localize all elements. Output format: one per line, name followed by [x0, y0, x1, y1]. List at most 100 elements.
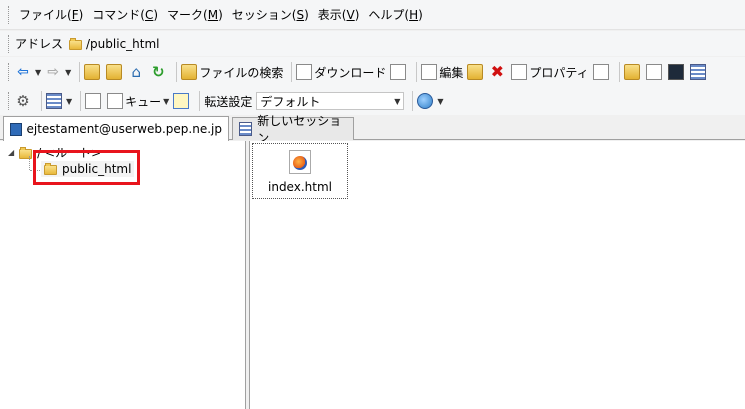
- main-toolbar: ⇦ ▼ ⇨ ▼ ⌂ ↻ ファイルの検索 ダウンロード 編集 ✖ プロパティ: [0, 57, 745, 87]
- queue-list-button[interactable]: [85, 93, 103, 109]
- chevron-down-icon[interactable]: ▼: [66, 97, 72, 106]
- tab-session-label: ejtestament@userweb.pep.ne.jp: [26, 122, 223, 136]
- gear-icon: ⚙: [16, 92, 30, 110]
- sync-button[interactable]: ▼: [417, 93, 444, 109]
- menu-mark[interactable]: マーク(M): [163, 4, 227, 25]
- menu-file[interactable]: ファイル(F): [15, 4, 87, 25]
- download-options-button[interactable]: [390, 64, 408, 80]
- remote-file-list[interactable]: index.html: [250, 141, 745, 409]
- edit-button[interactable]: 編集: [421, 64, 463, 81]
- toolbar-separator: [618, 62, 620, 82]
- find-files-icon: [181, 64, 198, 80]
- toolbar-separator: [79, 62, 81, 82]
- toolbar-grip: [8, 63, 12, 81]
- chevron-down-icon[interactable]: ▼: [163, 97, 169, 106]
- transfer-settings-label: 転送設定: [204, 94, 253, 109]
- queue-button[interactable]: キュー ▼: [107, 93, 169, 110]
- delete-button[interactable]: ✖: [489, 64, 507, 80]
- rename-button[interactable]: [592, 64, 611, 80]
- preferences-button[interactable]: ⚙: [15, 93, 33, 109]
- forward-arrow-icon: ⇨: [47, 64, 60, 80]
- chevron-down-icon[interactable]: ▼: [437, 97, 443, 106]
- menu-view[interactable]: 表示(V): [314, 4, 364, 25]
- toolbar-separator: [416, 62, 418, 82]
- putty-button[interactable]: [689, 64, 708, 80]
- home-button[interactable]: ⌂: [128, 64, 146, 80]
- address-bar: アドレス /public_html: [0, 31, 745, 56]
- new-file-button[interactable]: [645, 64, 664, 80]
- tree-view-icon: [173, 93, 190, 109]
- root-folder-button[interactable]: [106, 64, 124, 80]
- parent-folder-icon: [84, 64, 101, 80]
- queue-label: キュー: [125, 94, 162, 109]
- download-label: ダウンロード: [314, 65, 387, 80]
- back-arrow-icon: ⇦: [17, 64, 29, 80]
- download-icon: [296, 64, 313, 80]
- toolbar-separator: [41, 91, 42, 111]
- properties-button[interactable]: プロパティ: [511, 64, 589, 81]
- folder-icon: [69, 37, 83, 50]
- globe-icon: [417, 93, 434, 109]
- tree-connector: [29, 156, 31, 170]
- tab-new-session[interactable]: 新しいセッション: [232, 114, 354, 145]
- file-item[interactable]: index.html: [252, 143, 348, 199]
- view-mode-icon: [46, 93, 62, 109]
- move-button[interactable]: [467, 64, 485, 80]
- toolbar-separator: [80, 91, 82, 111]
- secondary-toolbar: ⚙ ▼ キュー ▼ 転送設定 デフォルト ▼ ▼: [0, 87, 745, 115]
- download-button[interactable]: ダウンロード: [296, 64, 386, 81]
- toolbar-separator: [199, 91, 201, 111]
- toolbar-separator: [176, 62, 178, 82]
- address-path[interactable]: /public_html: [86, 37, 159, 51]
- queue-list-icon: [85, 93, 102, 109]
- session-tab-bar: ejtestament@userweb.pep.ne.jp 新しいセッション: [0, 114, 745, 145]
- file-name: index.html: [268, 180, 332, 194]
- toolbar-separator: [291, 62, 293, 82]
- tab-session[interactable]: ejtestament@userweb.pep.ne.jp: [3, 116, 229, 141]
- delete-icon: ✖: [490, 62, 505, 81]
- menu-bar: ファイル(F) コマンド(C) マーク(M) セッション(S) 表示(V) ヘル…: [0, 0, 745, 30]
- new-session-icon: [239, 122, 253, 136]
- menu-grip: [8, 5, 12, 24]
- root-folder-icon: [106, 64, 123, 80]
- firefox-html-icon: [289, 150, 311, 174]
- edit-label: 編集: [439, 65, 464, 80]
- queue-icon: [107, 93, 124, 109]
- new-folder-button[interactable]: [623, 64, 642, 80]
- new-file-icon: [645, 64, 662, 80]
- address-grip: [8, 34, 12, 53]
- move-icon: [467, 64, 484, 80]
- find-files-button[interactable]: ファイルの検索: [181, 64, 283, 81]
- monitor-icon: [10, 122, 22, 136]
- properties-icon: [511, 64, 528, 80]
- find-files-label: ファイルの検索: [199, 65, 284, 80]
- menu-session[interactable]: セッション(S): [228, 4, 313, 25]
- view-mode-button[interactable]: ▼: [46, 93, 72, 109]
- transfer-settings-select[interactable]: デフォルト ▼: [256, 92, 405, 110]
- properties-label: プロパティ: [529, 65, 589, 80]
- refresh-button[interactable]: ↻: [150, 64, 168, 80]
- highlight-box: [33, 150, 140, 185]
- putty-icon: [689, 64, 706, 80]
- edit-icon: [421, 64, 438, 80]
- chevron-down-icon[interactable]: ▼: [65, 68, 71, 77]
- menu-command[interactable]: コマンド(C): [88, 4, 162, 25]
- address-label: アドレス: [15, 37, 64, 51]
- refresh-icon: ↻: [152, 63, 165, 81]
- parent-folder-button[interactable]: [84, 64, 102, 80]
- tree-expand-icon[interactable]: ◢: [8, 148, 14, 157]
- terminal-icon: [667, 64, 684, 80]
- rename-icon: [592, 64, 609, 80]
- home-icon: ⌂: [131, 63, 142, 81]
- toolbar-grip: [8, 92, 12, 110]
- back-button[interactable]: ⇦ ▼: [15, 64, 41, 80]
- transfer-settings-value: デフォルト: [260, 94, 321, 109]
- menu-help[interactable]: ヘルプ(H): [364, 4, 426, 25]
- forward-button[interactable]: ⇨ ▼: [45, 64, 71, 80]
- chevron-down-icon[interactable]: ▼: [35, 68, 41, 77]
- new-folder-icon: [623, 64, 640, 80]
- toolbar-separator: [412, 91, 414, 111]
- terminal-button[interactable]: [667, 64, 686, 80]
- tree-toggle-button[interactable]: [173, 93, 191, 109]
- download-options-icon: [390, 64, 407, 80]
